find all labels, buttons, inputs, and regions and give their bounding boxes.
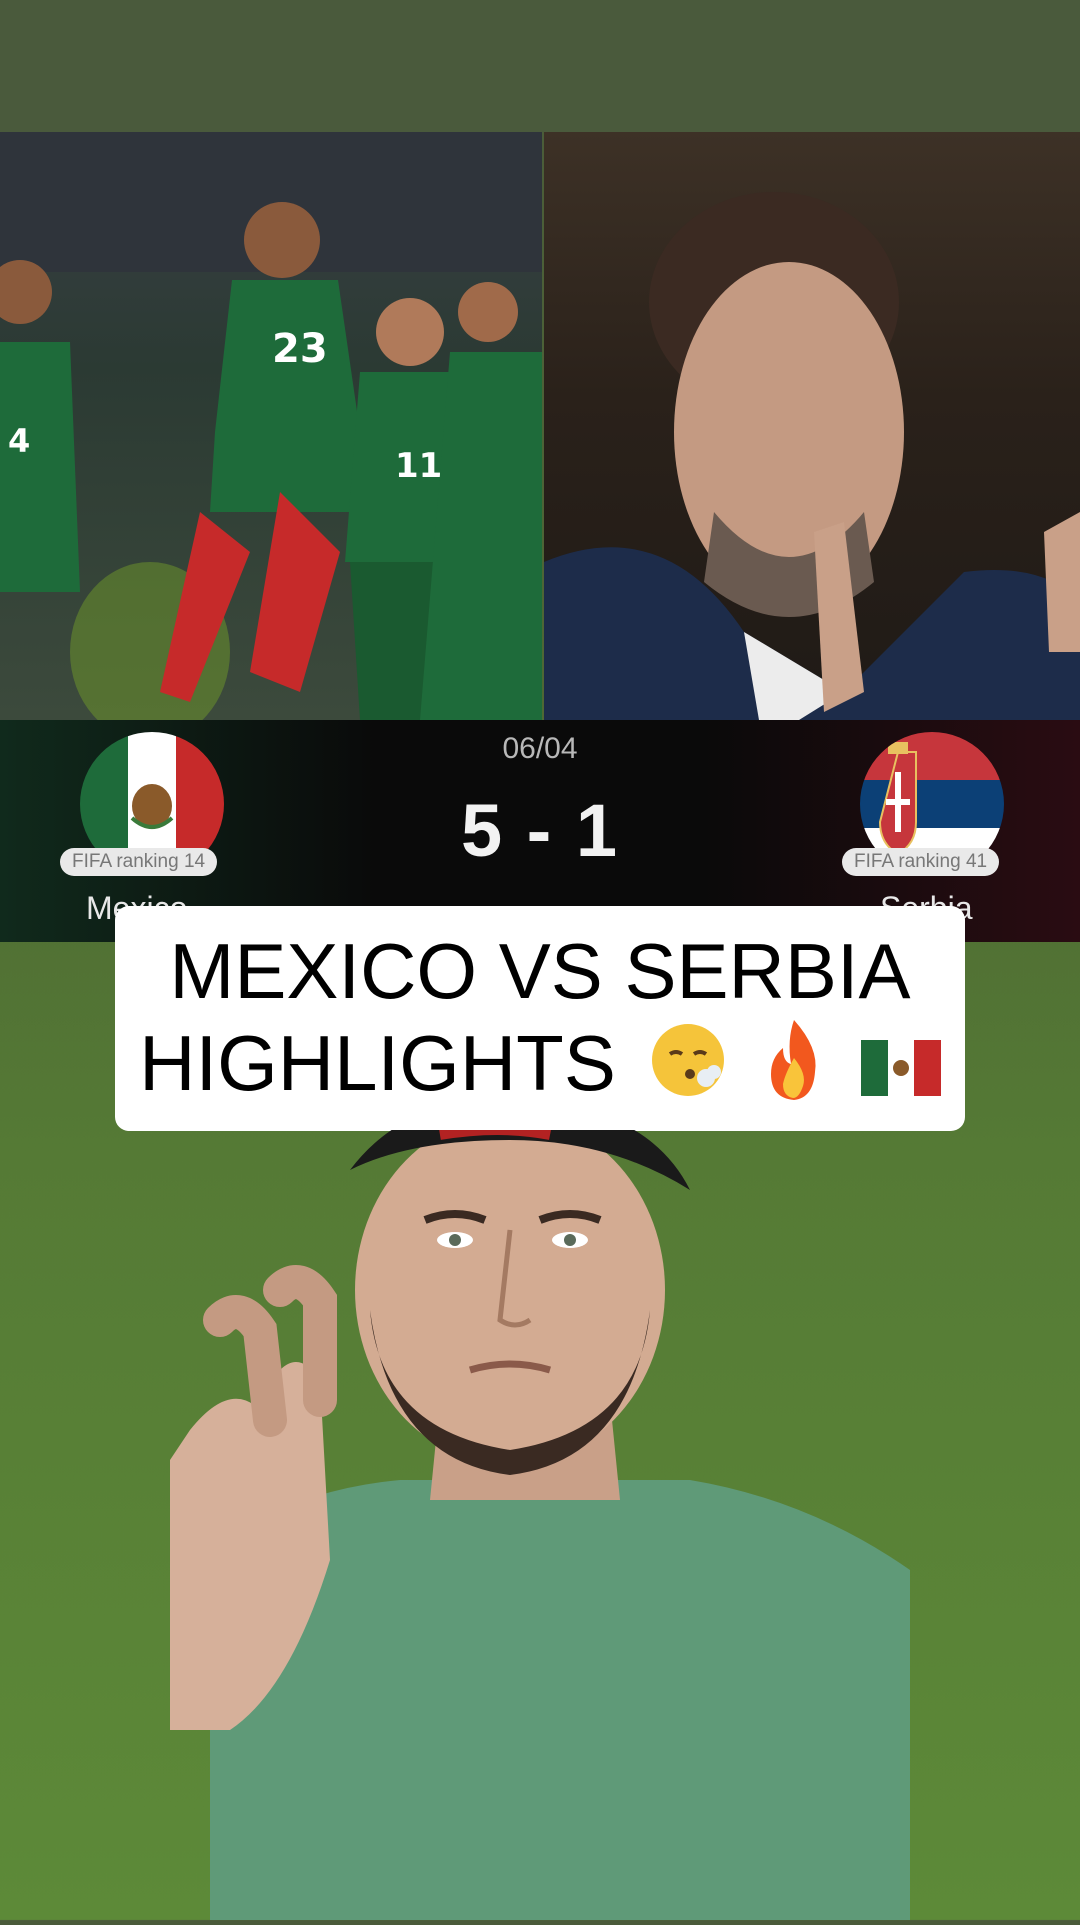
coach-photo	[544, 132, 1080, 720]
fire-icon	[759, 1018, 829, 1120]
caption-line-2-text: HIGHLIGHTS	[139, 1019, 616, 1107]
jersey-number-23: 23	[272, 326, 328, 372]
match-date: 06/04	[502, 732, 578, 765]
caption-line-1: MEXICO VS SERBIA	[169, 927, 911, 1015]
caption-card: MEXICO VS SERBIA HIGHLIGHTS	[115, 906, 965, 1131]
caption-line-2: HIGHLIGHTS	[115, 1018, 965, 1120]
presenter-photo	[170, 1098, 910, 1920]
match-score: 5 - 1	[460, 789, 620, 872]
face-exhaling-icon	[648, 1020, 728, 1118]
jersey-number-4: 4	[8, 422, 30, 460]
mexico-flag-emoji-icon	[860, 1024, 941, 1114]
jersey-number-11: 11	[395, 446, 442, 486]
mexico-players-photo: 23 11 4	[0, 132, 542, 720]
top-band	[0, 0, 1080, 132]
